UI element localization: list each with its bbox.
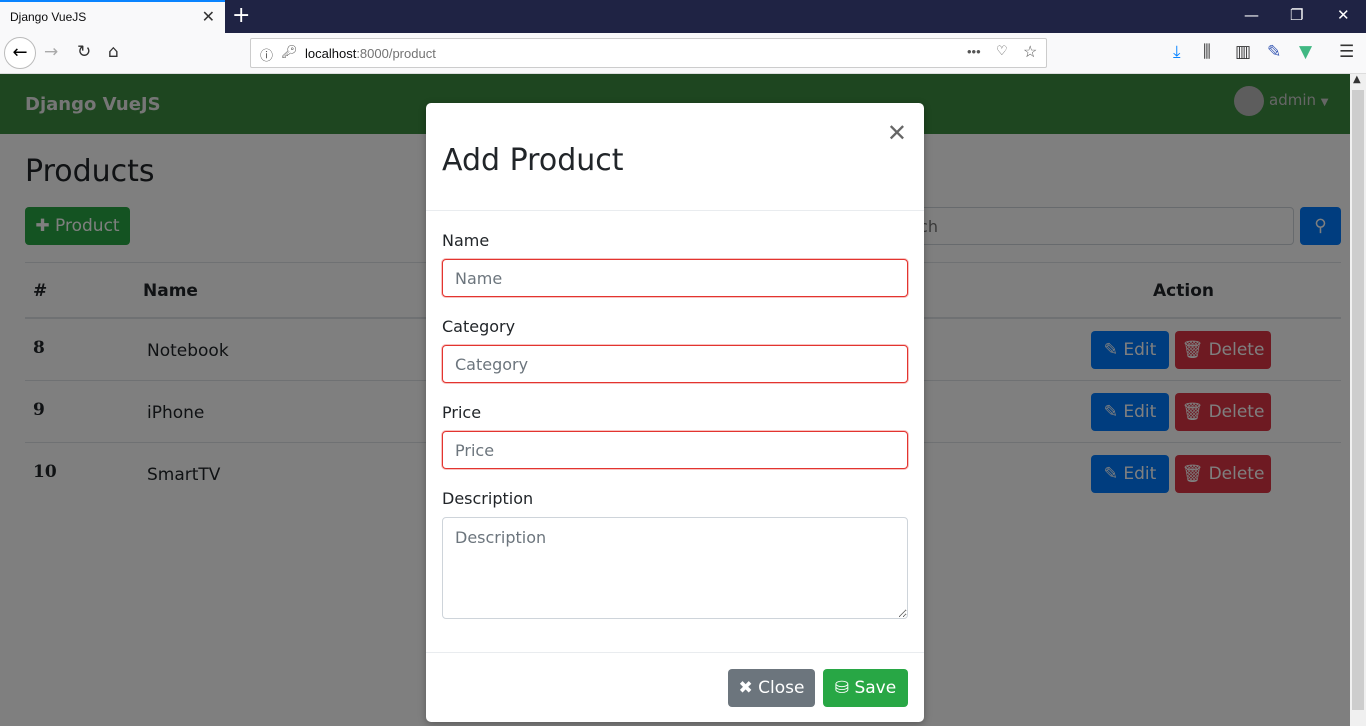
restore-icon[interactable]: ❐ (1290, 6, 1303, 24)
library-icon[interactable]: ⫼ (1203, 42, 1211, 62)
divider (426, 210, 924, 211)
save-label: Save (854, 678, 897, 698)
hdd-icon: ⛁ (834, 678, 850, 698)
close-tab-icon[interactable]: ✕ (202, 7, 215, 27)
description-textarea[interactable] (442, 517, 908, 619)
new-tab-icon[interactable]: + (232, 3, 250, 28)
tab-title: Django VueJS (10, 10, 87, 24)
sidebar-icon[interactable]: ▥ (1235, 42, 1251, 62)
price-input[interactable] (442, 431, 908, 469)
add-product-modal: Add Product ✕ Name Category Price Descri… (426, 103, 924, 722)
close-window-icon[interactable]: ✕ (1337, 6, 1350, 24)
menu-icon[interactable]: ☰ (1339, 42, 1354, 62)
modal-title: Add Product (442, 143, 624, 178)
pocket-icon[interactable]: ♡ (996, 43, 1008, 59)
price-label: Price (442, 403, 482, 422)
category-input[interactable] (442, 345, 908, 383)
name-input[interactable] (442, 259, 908, 297)
name-label: Name (442, 231, 490, 250)
scrollbar-thumb[interactable] (1352, 90, 1364, 710)
description-label: Description (442, 489, 534, 508)
close-icon[interactable]: ✕ (887, 119, 907, 147)
home-icon[interactable]: ⌂ (108, 42, 119, 62)
scroll-up-icon[interactable]: ▲ (1353, 74, 1361, 85)
eyedropper-icon[interactable]: ✎ (1267, 42, 1281, 62)
page-actions-icon[interactable]: ••• (967, 44, 981, 59)
back-icon[interactable]: ← (4, 37, 36, 69)
url-bar[interactable]: ⓘ 🔑︎ localhost:8000/product ••• ♡ ☆ (250, 38, 1047, 68)
divider (426, 652, 924, 653)
close-button[interactable]: ✖ Close (728, 669, 815, 707)
category-label: Category (442, 317, 516, 336)
bookmark-star-icon[interactable]: ☆ (1023, 42, 1037, 62)
info-icon[interactable]: ⓘ (260, 45, 273, 64)
scrollbar[interactable]: ▲ (1350, 74, 1366, 726)
browser-tab[interactable]: Django VueJS ✕ (0, 0, 225, 33)
reload-icon[interactable]: ↻ (77, 42, 91, 62)
forward-icon[interactable]: → (44, 42, 58, 62)
vue-devtools-icon[interactable]: ▼ (1299, 42, 1312, 62)
url-path: :8000/product (356, 46, 436, 61)
download-icon[interactable]: ⤓ (1173, 42, 1181, 62)
key-icon: 🔑︎ (281, 44, 298, 59)
minimize-icon[interactable]: — (1244, 6, 1259, 24)
close-label: Close (758, 678, 805, 698)
times-icon: ✖ (738, 678, 753, 698)
url-host: localhost (305, 46, 357, 61)
save-button[interactable]: ⛁ Save (823, 669, 908, 707)
